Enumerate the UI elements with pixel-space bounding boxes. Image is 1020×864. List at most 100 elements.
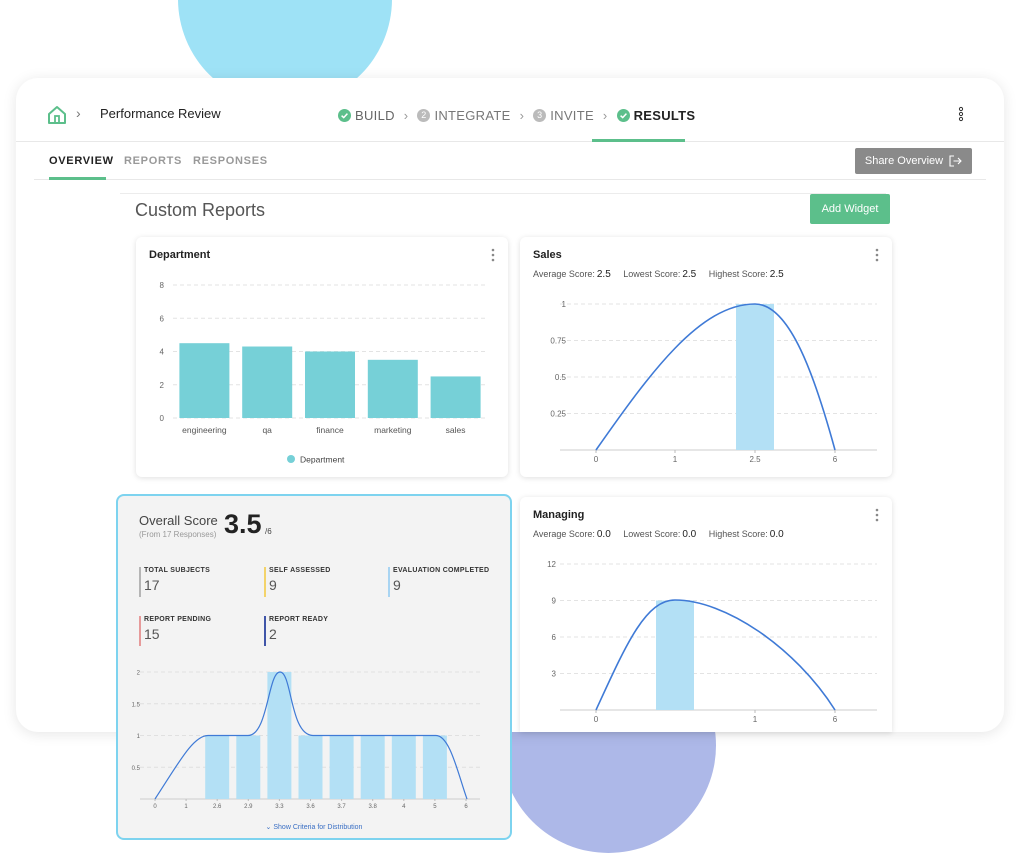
tab-responses[interactable]: RESPONSES (193, 155, 268, 167)
bar-2.9 (236, 735, 261, 799)
x-tick-label: 1 (753, 715, 758, 724)
show-criteria-label: Show Criteria for Distribution (273, 824, 363, 831)
tab-reports[interactable]: REPORTS (124, 155, 182, 167)
x-tick-label: 6 (833, 715, 838, 724)
y-tick-label: 2 (160, 381, 165, 390)
x-tick-label: 3.8 (369, 804, 378, 810)
bar-3.3 (267, 672, 292, 799)
bar-0 (656, 600, 694, 710)
x-tick-label: 3.6 (306, 804, 315, 810)
y-tick-label: 12 (547, 560, 556, 569)
check-circle-icon (338, 108, 351, 122)
bar-engineering (179, 343, 230, 418)
y-tick-label: 3 (552, 670, 557, 679)
top-header: › Performance Review BUILD › 2 INTEGRATE… (16, 78, 1004, 142)
step-results[interactable]: RESULTS (616, 107, 696, 123)
chevron-down-icon: ⌄ (265, 824, 272, 831)
show-criteria-link[interactable]: ⌄ Show Criteria for Distribution (118, 823, 510, 831)
add-widget-button[interactable]: Add Widget (810, 194, 890, 224)
x-tick-label: 2.6 (213, 804, 222, 810)
step-number: 2 (417, 108, 431, 122)
bar-sales (430, 376, 481, 418)
bar-2.6 (205, 735, 230, 799)
x-tick-label: 0 (594, 455, 599, 464)
overall-score-card[interactable]: Overall Score (From 17 Responses) 3.5 /6… (116, 494, 512, 840)
step-number: 3 (533, 108, 547, 122)
department-card: Department 0 2 4 6 8 engineering qa finance mark… (136, 237, 508, 477)
tab-bar: OVERVIEW REPORTS RESPONSES Share Overvie… (34, 142, 986, 180)
more-vertical-icon[interactable] (954, 106, 968, 122)
tab-overview[interactable]: OVERVIEW (49, 155, 114, 167)
sales-distribution-chart: 0.25 0.5 0.75 1 0 1 2.5 6 (550, 300, 877, 464)
x-tick-label: qa (262, 425, 272, 435)
bar-3.7 (329, 735, 354, 799)
department-bar-chart: 0 2 4 6 8 engineering qa finance marketing sales D… (160, 281, 487, 465)
y-tick-label: 0.5 (555, 373, 567, 382)
y-tick-label: 0.25 (550, 410, 566, 419)
step-invite[interactable]: 3 INVITE (533, 108, 594, 123)
x-tick-label: engineering (182, 425, 227, 435)
step-integrate[interactable]: 2 INTEGRATE (417, 108, 510, 123)
x-tick-label: 4 (402, 804, 406, 810)
y-tick-label: 2 (137, 671, 141, 677)
x-tick-label: finance (316, 425, 344, 435)
y-tick-label: 0.75 (550, 337, 566, 346)
bar-4 (391, 735, 416, 799)
share-overview-button[interactable]: Share Overview (855, 148, 972, 174)
bar-3.6 (298, 735, 323, 799)
y-tick-label: 0.5 (132, 766, 141, 772)
chevron-right-icon: › (602, 107, 608, 123)
x-tick-label: sales (446, 425, 466, 435)
progress-steps: BUILD › 2 INTEGRATE › 3 INVITE › RESULTS (338, 106, 695, 124)
breadcrumb-title[interactable]: Performance Review (100, 106, 221, 121)
y-tick-label: 0 (160, 414, 165, 423)
x-tick-label: 5 (433, 804, 437, 810)
sales-card: Sales Average Score: 2.5 Lowest Score: 2.5… (520, 237, 892, 477)
bar-5 (422, 735, 447, 799)
x-tick-label: 6 (833, 455, 838, 464)
x-tick-label: 0 (153, 804, 157, 810)
y-tick-label: 6 (160, 314, 165, 323)
legend-swatch (287, 455, 295, 463)
x-tick-label: 2.9 (244, 804, 253, 810)
bar-2.5 (736, 304, 774, 450)
y-tick-label: 9 (552, 597, 557, 606)
y-tick-label: 1 (562, 300, 567, 309)
step-label: INTEGRATE (434, 107, 511, 123)
chevron-right-icon: › (403, 107, 409, 123)
x-tick-label: 0 (594, 715, 599, 724)
x-tick-label: 3.3 (275, 804, 284, 810)
bar-finance (305, 351, 355, 418)
bar-marketing (367, 359, 418, 418)
section-title: Custom Reports (135, 200, 266, 220)
y-tick-label: 1.5 (132, 702, 141, 708)
step-build[interactable]: BUILD (338, 108, 395, 123)
step-label: RESULTS (633, 107, 696, 123)
managing-card: Managing Average Score: 0.0 Lowest Score:… (520, 497, 892, 732)
home-icon[interactable] (46, 104, 68, 126)
distribution-curve (595, 599, 836, 711)
chevron-right-icon: › (519, 107, 525, 123)
managing-distribution-chart: 3 6 9 12 0 1 6 (547, 560, 877, 724)
y-tick-label: 4 (160, 348, 165, 357)
bar-3.8 (360, 735, 385, 799)
x-tick-label: 6 (464, 804, 468, 810)
x-tick-label: 1 (184, 804, 188, 810)
share-overview-label: Share Overview (864, 155, 944, 167)
export-icon (949, 155, 962, 167)
step-label: BUILD (355, 107, 395, 123)
chevron-right-icon: › (76, 105, 81, 121)
y-tick-label: 1 (137, 734, 141, 740)
active-tab-indicator (49, 177, 106, 180)
x-tick-label: marketing (374, 425, 412, 435)
x-tick-label: 2.5 (749, 455, 761, 464)
bar-qa (242, 346, 293, 418)
content-divider (120, 193, 886, 194)
x-tick-label: 3.7 (337, 804, 346, 810)
step-label: INVITE (550, 107, 594, 123)
check-circle-icon (616, 108, 630, 122)
legend-label: Department (300, 455, 345, 465)
y-tick-label: 8 (160, 281, 165, 290)
y-tick-label: 6 (552, 633, 557, 642)
overall-distribution-chart: 0.5 1 1.5 2 0 1 2.6 2.9 3.3 3.6 3.7 3.8 4 5 6 (132, 671, 480, 810)
